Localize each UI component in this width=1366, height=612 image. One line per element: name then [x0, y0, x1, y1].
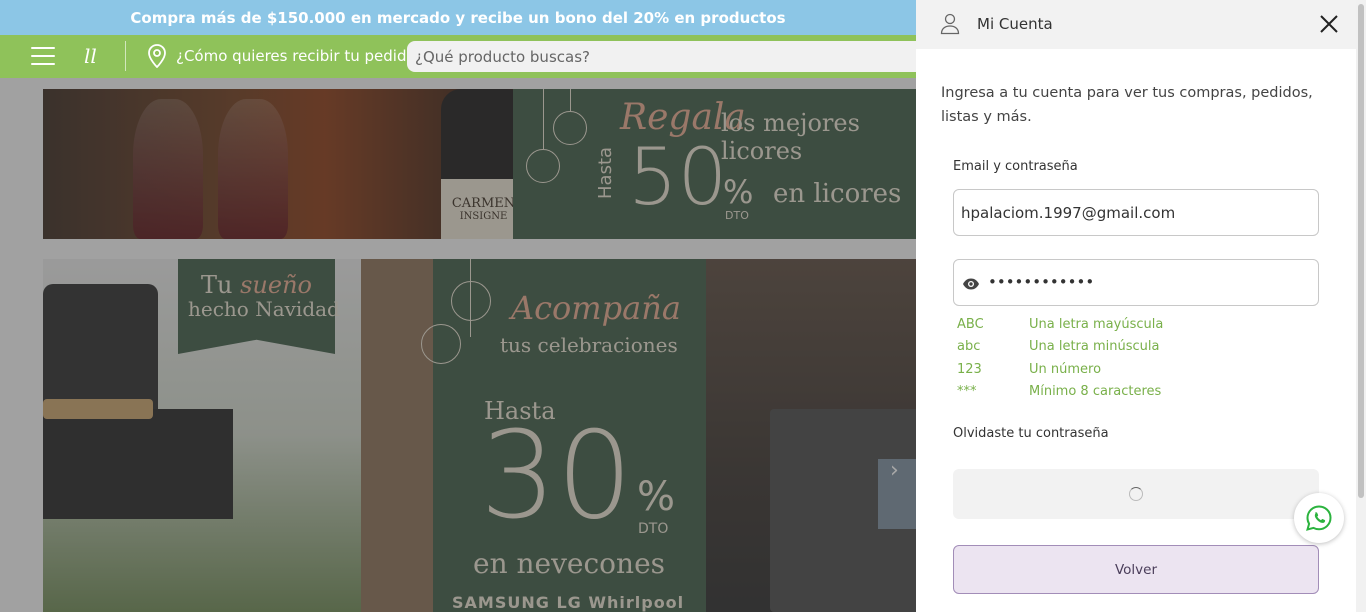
- forgot-password-link[interactable]: Olvidaste tu contraseña: [953, 426, 1109, 441]
- loading-spinner-icon: [1129, 487, 1143, 501]
- delivery-selector[interactable]: ¿Cómo quieres recibir tu pedido?: [176, 47, 424, 65]
- rule-text: Una letra mayúscula: [1029, 316, 1164, 332]
- search-input[interactable]: ¿Qué producto buscas?: [407, 41, 947, 72]
- panel-header: Mi Cuenta: [916, 0, 1356, 49]
- location-pin-icon[interactable]: [147, 44, 167, 72]
- eye-icon[interactable]: [962, 276, 980, 295]
- back-button[interactable]: Volver: [953, 545, 1319, 594]
- scrollbar-thumb[interactable]: [1358, 4, 1364, 498]
- user-icon: [940, 13, 960, 39]
- submit-button[interactable]: [953, 469, 1319, 519]
- rule-text: Un número: [1029, 361, 1102, 377]
- email-value: hpalaciom.1997@gmail.com: [961, 203, 1176, 222]
- whatsapp-icon[interactable]: [1294, 493, 1344, 543]
- password-rule: *** Mínimo 8 caracteres: [957, 381, 1163, 404]
- rule-code: abc: [957, 339, 981, 355]
- modal-overlay[interactable]: [0, 0, 916, 612]
- rule-code: ***: [957, 384, 977, 400]
- rule-text: Una letra minúscula: [1029, 339, 1160, 355]
- rule-code: ABC: [957, 316, 984, 332]
- promo-text: Compra más de $150.000 en mercado y reci…: [130, 8, 786, 27]
- password-rule: 123 Un número: [957, 358, 1163, 381]
- password-value: ••••••••••••: [988, 273, 1095, 291]
- nav-divider: [125, 41, 126, 71]
- search-placeholder: ¿Qué producto buscas?: [415, 47, 590, 66]
- credentials-label: Email y contraseña: [953, 159, 1078, 174]
- password-rule: abc Una letra minúscula: [957, 336, 1163, 359]
- email-field[interactable]: hpalaciom.1997@gmail.com: [953, 189, 1319, 236]
- panel-scrollbar[interactable]: [1356, 0, 1366, 612]
- panel-intro: Ingresa a tu cuenta para ver tus compras…: [941, 85, 1313, 125]
- panel-title: Mi Cuenta: [977, 15, 1053, 33]
- password-rule: ABC Una letra mayúscula: [957, 313, 1163, 336]
- menu-icon[interactable]: [31, 47, 55, 65]
- rule-text: Mínimo 8 caracteres: [1029, 384, 1162, 400]
- rule-code: 123: [957, 361, 982, 377]
- brand-logo-icon[interactable]: ll: [84, 44, 97, 68]
- password-rules: ABC Una letra mayúscula abc Una letra mi…: [957, 313, 1163, 403]
- close-icon[interactable]: [1317, 12, 1341, 36]
- password-field[interactable]: ••••••••••••: [953, 259, 1319, 306]
- background-site: CARMEN INSIGNE Regala los mejores licore…: [0, 0, 916, 612]
